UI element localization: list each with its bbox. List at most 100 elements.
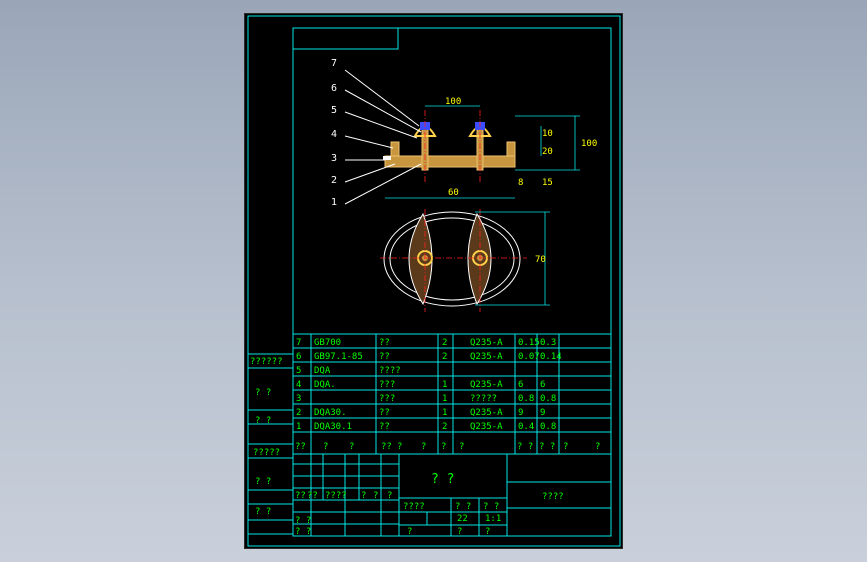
drawing-title: ? ? [431, 472, 454, 487]
bom-header-cell: ? [397, 442, 402, 452]
dim-h3-label: 8 [518, 178, 523, 188]
tb-cell-13: ? [485, 527, 490, 537]
bom-cell-no: 4 [296, 380, 301, 390]
bom-cell-name: ??? [379, 380, 395, 390]
bom-cell-w2: 0.8 [540, 394, 556, 404]
tb-cell-11: ? [407, 527, 412, 537]
bom-cell-mat: Q235-A [470, 352, 503, 362]
tb-cell-1: ?? [307, 491, 318, 501]
plan-view: 70 [380, 209, 550, 312]
bom-cell-mat: Q235-A [470, 338, 503, 348]
dim-plan-height-label: 70 [535, 255, 546, 265]
tb-cell-5: ? [387, 491, 392, 501]
bom-cell-mat: Q235-A [470, 422, 503, 432]
bom-cell-w1: 0.07 [518, 352, 540, 362]
drawing-sheet: 100 100 10 20 8 15 60 7 6 5 4 3 2 1 70 7… [244, 13, 623, 549]
side-label-3: ????? [253, 448, 280, 458]
leader-2: 2 [331, 175, 337, 186]
bom-header-cell: ?? [295, 442, 306, 452]
bom-header-cell: ? ? [539, 442, 555, 452]
dim-width-label: 60 [448, 188, 459, 198]
title-block: ? ? ???? 22 1:1 ?? ?? ???? ? ? ? ? ? ? ?… [292, 453, 612, 537]
bom-header-cell: ? [349, 442, 354, 452]
base-plate [384, 155, 516, 168]
bom-cell-w1: 0.8 [518, 394, 534, 404]
scale-value: 22 [457, 514, 468, 524]
right-lug [506, 141, 516, 157]
bom-header-cell: ? [421, 442, 426, 452]
side-label-5: ? ? [255, 507, 271, 517]
dim-h4-label: 15 [542, 178, 553, 188]
dim-h2-label: 20 [542, 147, 553, 157]
bom-cell-w1: 6 [518, 380, 523, 390]
bom-cell-name: ?? [379, 408, 390, 418]
side-label-2: ? ? [255, 416, 271, 426]
elevation-view: 100 100 10 20 8 15 60 [383, 97, 597, 199]
bom-cell-no: 2 [296, 408, 301, 418]
bom-cell-name: ???? [379, 366, 401, 376]
bom-cell-qty: 1 [442, 408, 447, 418]
bom-cell-w2: 0.3 [540, 338, 556, 348]
bom-cell-mat: Q235-A [470, 380, 503, 390]
plan-outer-ellipse [383, 211, 521, 307]
bom-cell-w1: 9 [518, 408, 523, 418]
tb-cell-6: ? ? [295, 516, 311, 526]
side-label-4: ? ? [255, 477, 271, 487]
bom-cell-code: GB700 [314, 338, 341, 348]
bom-cell-code: DQA30. [314, 408, 347, 418]
left-lug [390, 141, 400, 157]
tb-cell-10: ? ? [483, 502, 499, 512]
tb-cell-12: ? [457, 527, 462, 537]
tb-cell-9: ? ? [455, 502, 471, 512]
bom-cell-qty: 1 [442, 394, 447, 404]
leader-6: 6 [331, 83, 337, 94]
leader-1: 1 [331, 197, 337, 208]
bom-header-cell: ? [563, 442, 568, 452]
side-label-0: ?????? [250, 357, 283, 367]
tb-cell-7: ? ? [295, 527, 311, 537]
bom-cell-name: ?? [379, 352, 390, 362]
outer-frame [247, 15, 621, 547]
leader-4: 4 [331, 129, 337, 140]
tb-cell-0: ?? [295, 491, 306, 501]
leaders: 7 6 5 4 3 2 1 [331, 58, 422, 208]
tb-cell-8: ???? [403, 502, 425, 512]
bom-cell-no: 6 [296, 352, 301, 362]
bom-cell-name: ?? [379, 338, 390, 348]
leader-7: 7 [331, 58, 337, 69]
leader-3: 3 [331, 153, 337, 164]
bom-cell-no: 3 [296, 394, 301, 404]
bom-cell-code: DQA30.1 [314, 422, 352, 432]
dim-depth-label: 100 [581, 139, 597, 149]
bom-cell-name: ?? [379, 422, 390, 432]
bom-cell-code: DQA. [314, 380, 336, 390]
bom-cell-w2: 0.8 [540, 422, 556, 432]
bom-cell-qty: 2 [442, 338, 447, 348]
tb-cell-3: ? [361, 491, 366, 501]
bom-header-cell: ? ? [517, 442, 533, 452]
gasket-left [383, 156, 391, 160]
bom-cell-no: 7 [296, 338, 301, 348]
bom-cell-qty: 2 [442, 352, 447, 362]
dim-h1-label: 10 [542, 129, 553, 139]
bom-cell-no: 1 [296, 422, 301, 432]
corner-tab [293, 28, 399, 50]
tb-cell-4: ? [373, 491, 378, 501]
bom-cell-w2: 0.14 [540, 352, 562, 362]
bom-header-cell: ? [441, 442, 446, 452]
side-strip: ?????? ? ? ? ? ????? ? ? ? ? [248, 353, 293, 535]
bom-cell-mat: Q235-A [470, 408, 503, 418]
leader-5: 5 [331, 105, 337, 116]
bom-cell-code: GB97.1-85 [314, 352, 363, 362]
bom-header-cell: ?? [381, 442, 392, 452]
tb-cell-2: ???? [325, 491, 347, 501]
bom-cell-qty: 2 [442, 422, 447, 432]
side-label-1: ? ? [255, 388, 271, 398]
bom-cell-code: DQA [314, 366, 331, 376]
cad-drawing: 100 100 10 20 8 15 60 7 6 5 4 3 2 1 70 7… [247, 15, 621, 547]
bom-header-cell: ? [595, 442, 600, 452]
bom-cell-w1: 0.15 [518, 338, 540, 348]
bom-cell-name: ??? [379, 394, 395, 404]
bom-cell-w2: 6 [540, 380, 545, 390]
dim-top-label: 100 [445, 97, 461, 107]
